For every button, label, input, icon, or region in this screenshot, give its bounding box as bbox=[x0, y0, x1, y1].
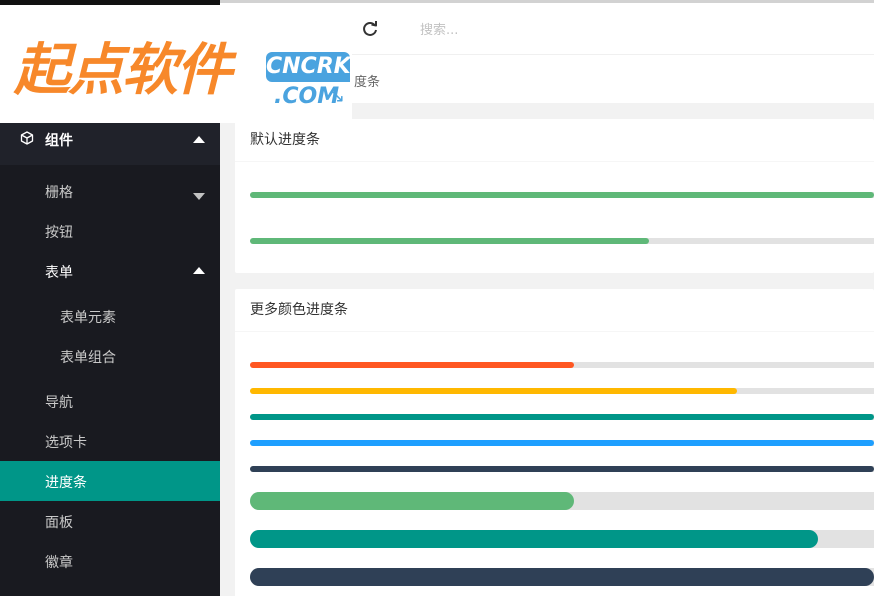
sidebar-item-label: 进度条 bbox=[45, 475, 87, 491]
sidebar-item-panel[interactable]: 面板 bbox=[0, 501, 220, 541]
progress-fill bbox=[250, 192, 874, 198]
card-title: 默认进度条 bbox=[235, 119, 874, 162]
sidebar-item-label: 按钮 bbox=[45, 225, 73, 241]
progress-track bbox=[250, 362, 874, 368]
sidebar-item-tabs[interactable]: 选项卡 bbox=[0, 421, 220, 461]
logo-text: 起点软件 bbox=[14, 38, 232, 103]
progress-track bbox=[250, 466, 874, 472]
sidebar-item-badge[interactable]: 徽章 bbox=[0, 541, 220, 581]
chevron-up-icon bbox=[193, 136, 205, 143]
refresh-icon-svg bbox=[363, 21, 377, 36]
sidebar-item-buttons[interactable]: 按钮 bbox=[0, 211, 220, 251]
chevron-up-icon bbox=[193, 267, 205, 274]
search-input[interactable] bbox=[420, 17, 720, 43]
sidebar-item-label: 徽章 bbox=[45, 555, 73, 571]
logo-badge: CNCRK .COM ↘ bbox=[266, 52, 351, 110]
refresh-icon[interactable] bbox=[360, 19, 380, 39]
cube-icon bbox=[20, 131, 36, 147]
sidebar-item-label: 选项卡 bbox=[45, 435, 87, 451]
progress-fill bbox=[250, 440, 874, 446]
progress-track bbox=[250, 414, 874, 420]
sidebar-item-nav[interactable]: 导航 bbox=[0, 381, 220, 421]
sidebar-item-form-elements[interactable]: 表单元素 bbox=[0, 296, 220, 336]
card-default-progress: 默认进度条 bbox=[235, 119, 874, 273]
progress-track bbox=[250, 530, 874, 548]
sidebar-item-form[interactable]: 表单 bbox=[0, 251, 220, 291]
progress-fill bbox=[250, 414, 874, 420]
card-title: 更多颜色进度条 bbox=[235, 289, 874, 332]
logo-badge-top: CNCRK bbox=[266, 52, 351, 82]
progress-track bbox=[250, 492, 874, 510]
sidebar-item-grid[interactable]: 栅格 bbox=[0, 171, 220, 211]
progress-fill bbox=[250, 568, 874, 586]
progress-fill bbox=[250, 492, 575, 510]
progress-fill bbox=[250, 238, 650, 244]
progress-fill bbox=[250, 530, 818, 548]
cube-icon-svg bbox=[20, 131, 34, 145]
progress-fill bbox=[250, 466, 874, 472]
logo: 起点软件 CNCRK .COM ↘ bbox=[0, 5, 352, 123]
card-color-progress: 更多颜色进度条 bbox=[235, 289, 874, 596]
sidebar-item-progress[interactable]: 进度条 bbox=[0, 461, 220, 501]
sidebar-item-label: 表单 bbox=[45, 265, 73, 281]
progress-track bbox=[250, 440, 874, 446]
progress-track bbox=[250, 568, 874, 586]
progress-track bbox=[250, 238, 874, 244]
sidebar-item-form-groups[interactable]: 表单组合 bbox=[0, 336, 220, 376]
sidebar-item-label: 栅格 bbox=[45, 185, 73, 201]
progress-track bbox=[250, 388, 874, 394]
sidebar-item-label: 表单元素 bbox=[60, 310, 116, 326]
sidebar-submenu: 栅格 按钮 表单 表单元素 表单组合 导航 选项卡 进度条 面板 徽章 bbox=[0, 165, 220, 596]
sidebar-item-label: 表单组合 bbox=[60, 350, 116, 366]
breadcrumb-current: 度条 bbox=[354, 75, 381, 90]
progress-fill bbox=[250, 362, 575, 368]
sidebar-item-label: 面板 bbox=[45, 515, 73, 531]
chevron-down-icon bbox=[193, 193, 205, 200]
sidebar-item-label: 导航 bbox=[45, 395, 73, 411]
logo-arrow-icon: ↘ bbox=[330, 86, 346, 107]
progress-track bbox=[250, 192, 874, 198]
progress-fill bbox=[250, 388, 737, 394]
sidebar-group-label: 组件 bbox=[45, 133, 73, 149]
